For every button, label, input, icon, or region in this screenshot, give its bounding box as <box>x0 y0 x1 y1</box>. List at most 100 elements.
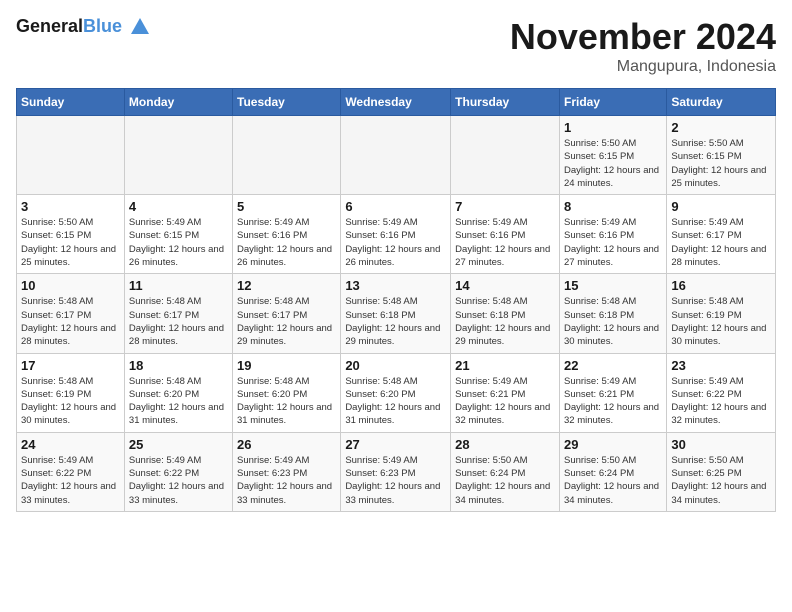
calendar-day-cell <box>341 116 451 195</box>
calendar-day-cell: 12 Sunrise: 5:48 AM Sunset: 6:17 PM Dayli… <box>233 274 341 353</box>
calendar-week-row: 3 Sunrise: 5:50 AM Sunset: 6:15 PM Daylig… <box>17 195 776 274</box>
day-info: Sunrise: 5:48 AM Sunset: 6:18 PM Dayligh… <box>564 295 662 348</box>
title-block: November 2024 Mangupura, Indonesia <box>510 16 776 76</box>
day-number: 23 <box>671 358 771 373</box>
day-number: 15 <box>564 278 662 293</box>
day-info: Sunrise: 5:49 AM Sunset: 6:16 PM Dayligh… <box>237 216 336 269</box>
calendar-day-cell: 1 Sunrise: 5:50 AM Sunset: 6:15 PM Daylig… <box>559 116 666 195</box>
day-info: Sunrise: 5:49 AM Sunset: 6:23 PM Dayligh… <box>345 454 446 507</box>
day-info: Sunrise: 5:48 AM Sunset: 6:19 PM Dayligh… <box>21 375 120 428</box>
calendar-day-cell: 15 Sunrise: 5:48 AM Sunset: 6:18 PM Dayli… <box>559 274 666 353</box>
day-info: Sunrise: 5:48 AM Sunset: 6:19 PM Dayligh… <box>671 295 771 348</box>
day-info: Sunrise: 5:48 AM Sunset: 6:17 PM Dayligh… <box>129 295 228 348</box>
day-number: 28 <box>455 437 555 452</box>
day-number: 3 <box>21 199 120 214</box>
calendar-day-cell: 21Sunrise: 5:49 AM Sunset: 6:21 PM Dayli… <box>451 353 560 432</box>
weekday-header: Tuesday <box>233 89 341 116</box>
calendar-day-cell: 28 Sunrise: 5:50 AM Sunset: 6:24 PM Dayli… <box>451 432 560 511</box>
day-info: Sunrise: 5:48 AM Sunset: 6:18 PM Dayligh… <box>345 295 446 348</box>
calendar-day-cell: 11 Sunrise: 5:48 AM Sunset: 6:17 PM Dayli… <box>124 274 232 353</box>
calendar-day-cell: 23 Sunrise: 5:49 AM Sunset: 6:22 PM Dayli… <box>667 353 776 432</box>
page-header: GeneralBlue November 2024 Mangupura, Ind… <box>16 16 776 76</box>
calendar-day-cell: 17Sunrise: 5:48 AM Sunset: 6:19 PM Dayli… <box>17 353 125 432</box>
weekday-header: Sunday <box>17 89 125 116</box>
day-number: 30 <box>671 437 771 452</box>
calendar-day-cell: 3 Sunrise: 5:50 AM Sunset: 6:15 PM Daylig… <box>17 195 125 274</box>
calendar-day-cell: 30 Sunrise: 5:50 AM Sunset: 6:25 PM Dayli… <box>667 432 776 511</box>
day-info: Sunrise: 5:49 AM Sunset: 6:23 PM Dayligh… <box>237 454 336 507</box>
calendar-week-row: 17Sunrise: 5:48 AM Sunset: 6:19 PM Dayli… <box>17 353 776 432</box>
day-info: Sunrise: 5:50 AM Sunset: 6:15 PM Dayligh… <box>21 216 120 269</box>
calendar-day-cell: 14 Sunrise: 5:48 AM Sunset: 6:18 PM Dayli… <box>451 274 560 353</box>
calendar-day-cell: 6 Sunrise: 5:49 AM Sunset: 6:16 PM Daylig… <box>341 195 451 274</box>
calendar-day-cell: 8Sunrise: 5:49 AM Sunset: 6:16 PM Daylig… <box>559 195 666 274</box>
day-number: 20 <box>345 358 446 373</box>
day-number: 22 <box>564 358 662 373</box>
logo-text: GeneralBlue <box>16 16 151 38</box>
location: Mangupura, Indonesia <box>510 58 776 76</box>
calendar-day-cell: 7 Sunrise: 5:49 AM Sunset: 6:16 PM Daylig… <box>451 195 560 274</box>
day-info: Sunrise: 5:49 AM Sunset: 6:17 PM Dayligh… <box>671 216 771 269</box>
day-number: 7 <box>455 199 555 214</box>
day-info: Sunrise: 5:49 AM Sunset: 6:22 PM Dayligh… <box>129 454 228 507</box>
weekday-header: Thursday <box>451 89 560 116</box>
calendar-day-cell: 5 Sunrise: 5:49 AM Sunset: 6:16 PM Daylig… <box>233 195 341 274</box>
calendar-day-cell <box>124 116 232 195</box>
day-info: Sunrise: 5:48 AM Sunset: 6:17 PM Dayligh… <box>21 295 120 348</box>
calendar-day-cell: 20 Sunrise: 5:48 AM Sunset: 6:20 PM Dayli… <box>341 353 451 432</box>
day-info: Sunrise: 5:49 AM Sunset: 6:22 PM Dayligh… <box>21 454 120 507</box>
day-number: 19 <box>237 358 336 373</box>
day-number: 16 <box>671 278 771 293</box>
day-number: 6 <box>345 199 446 214</box>
day-info: Sunrise: 5:48 AM Sunset: 6:17 PM Dayligh… <box>237 295 336 348</box>
calendar-day-cell: 13 Sunrise: 5:48 AM Sunset: 6:18 PM Dayli… <box>341 274 451 353</box>
calendar-day-cell: 18 Sunrise: 5:48 AM Sunset: 6:20 PM Dayli… <box>124 353 232 432</box>
day-number: 11 <box>129 278 228 293</box>
logo-icon <box>129 16 151 38</box>
day-info: Sunrise: 5:50 AM Sunset: 6:25 PM Dayligh… <box>671 454 771 507</box>
day-info: Sunrise: 5:50 AM Sunset: 6:24 PM Dayligh… <box>455 454 555 507</box>
calendar-day-cell: 4 Sunrise: 5:49 AM Sunset: 6:15 PM Daylig… <box>124 195 232 274</box>
calendar-day-cell: 22 Sunrise: 5:49 AM Sunset: 6:21 PM Dayli… <box>559 353 666 432</box>
day-info: Sunrise: 5:48 AM Sunset: 6:20 PM Dayligh… <box>129 375 228 428</box>
day-number: 9 <box>671 199 771 214</box>
day-info: Sunrise: 5:49 AM Sunset: 6:21 PM Dayligh… <box>564 375 662 428</box>
calendar-day-cell: 2Sunrise: 5:50 AM Sunset: 6:15 PM Daylig… <box>667 116 776 195</box>
day-number: 5 <box>237 199 336 214</box>
day-number: 4 <box>129 199 228 214</box>
calendar-day-cell: 24 Sunrise: 5:49 AM Sunset: 6:22 PM Dayli… <box>17 432 125 511</box>
day-number: 14 <box>455 278 555 293</box>
day-info: Sunrise: 5:50 AM Sunset: 6:15 PM Dayligh… <box>564 137 662 190</box>
day-number: 8 <box>564 199 662 214</box>
day-number: 1 <box>564 120 662 135</box>
day-info: Sunrise: 5:49 AM Sunset: 6:22 PM Dayligh… <box>671 375 771 428</box>
weekday-header: Monday <box>124 89 232 116</box>
day-number: 21 <box>455 358 555 373</box>
day-info: Sunrise: 5:50 AM Sunset: 6:24 PM Dayligh… <box>564 454 662 507</box>
day-info: Sunrise: 5:49 AM Sunset: 6:16 PM Dayligh… <box>345 216 446 269</box>
weekday-header: Saturday <box>667 89 776 116</box>
day-number: 10 <box>21 278 120 293</box>
day-info: Sunrise: 5:48 AM Sunset: 6:20 PM Dayligh… <box>345 375 446 428</box>
day-number: 12 <box>237 278 336 293</box>
day-number: 24 <box>21 437 120 452</box>
weekday-header: Wednesday <box>341 89 451 116</box>
calendar-week-row: 1 Sunrise: 5:50 AM Sunset: 6:15 PM Daylig… <box>17 116 776 195</box>
calendar-day-cell <box>17 116 125 195</box>
day-number: 18 <box>129 358 228 373</box>
logo: GeneralBlue <box>16 16 151 38</box>
calendar-day-cell: 16 Sunrise: 5:48 AM Sunset: 6:19 PM Dayli… <box>667 274 776 353</box>
weekday-header: Friday <box>559 89 666 116</box>
day-number: 13 <box>345 278 446 293</box>
day-info: Sunrise: 5:49 AM Sunset: 6:16 PM Dayligh… <box>455 216 555 269</box>
day-info: Sunrise: 5:48 AM Sunset: 6:18 PM Dayligh… <box>455 295 555 348</box>
calendar-day-cell: 10 Sunrise: 5:48 AM Sunset: 6:17 PM Dayli… <box>17 274 125 353</box>
day-info: Sunrise: 5:50 AM Sunset: 6:15 PM Dayligh… <box>671 137 771 190</box>
calendar-week-row: 10 Sunrise: 5:48 AM Sunset: 6:17 PM Dayli… <box>17 274 776 353</box>
day-info: Sunrise: 5:49 AM Sunset: 6:15 PM Dayligh… <box>129 216 228 269</box>
calendar-day-cell: 19Sunrise: 5:48 AM Sunset: 6:20 PM Dayli… <box>233 353 341 432</box>
calendar-day-cell: 29Sunrise: 5:50 AM Sunset: 6:24 PM Dayli… <box>559 432 666 511</box>
calendar-table: SundayMondayTuesdayWednesdayThursdayFrid… <box>16 88 776 512</box>
day-number: 26 <box>237 437 336 452</box>
calendar-day-cell <box>233 116 341 195</box>
